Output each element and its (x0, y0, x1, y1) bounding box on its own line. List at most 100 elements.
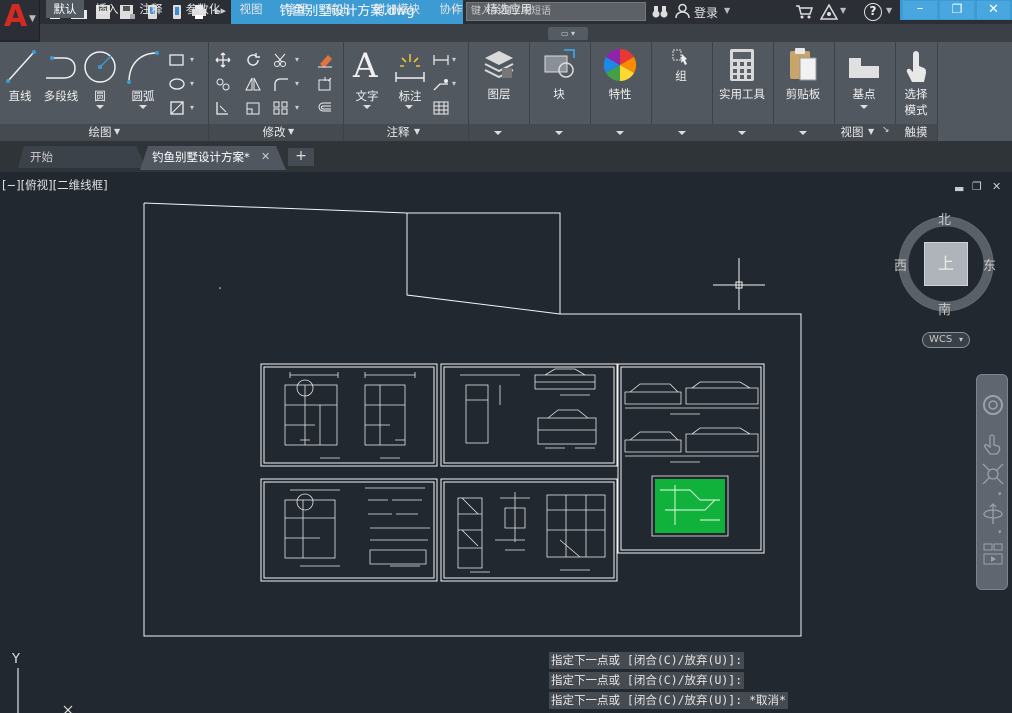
tab-home[interactable]: 默认 (46, 0, 84, 18)
stretch-tool-icon[interactable] (214, 100, 232, 116)
scale-tool-icon[interactable] (244, 100, 262, 116)
chevron-down-icon[interactable] (799, 131, 807, 135)
arc-tool-icon[interactable] (126, 50, 160, 84)
erase-tool-icon[interactable] (316, 52, 334, 68)
restore-button[interactable]: ❐ (940, 1, 974, 19)
chevron-down-icon[interactable]: ▾ (190, 79, 194, 88)
tab-parametric[interactable]: 参数化 (180, 0, 226, 18)
chevron-down-icon[interactable]: ▾ (190, 103, 194, 112)
chevron-down-icon[interactable]: ▾ (452, 79, 456, 88)
group-icon[interactable] (670, 48, 692, 68)
chevron-down-icon[interactable] (405, 105, 413, 109)
chevron-down-icon[interactable]: ▼ (414, 127, 420, 136)
shopping-cart-icon[interactable] (795, 4, 813, 20)
gradient-tool-icon[interactable] (168, 100, 186, 116)
viewcube-top-face[interactable]: 上 (924, 242, 968, 286)
line-tool-label[interactable]: 直线 (4, 88, 36, 104)
file-tab-start[interactable]: 开始 (20, 146, 120, 168)
new-tab-button[interactable]: + (288, 148, 314, 166)
chevron-down-icon[interactable] (494, 131, 502, 135)
fillet-tool-icon[interactable] (272, 76, 290, 92)
login-link[interactable]: 登录 (694, 4, 718, 21)
arc-tool-label[interactable]: 圆弧 (128, 88, 158, 104)
autodesk-connect-icon[interactable] (820, 4, 838, 20)
text-tool-icon[interactable]: A (353, 46, 378, 86)
chevron-down-icon[interactable]: ▾ (295, 79, 299, 88)
chevron-down-icon[interactable]: ▼ (868, 127, 874, 136)
rectangle-tool-icon[interactable] (168, 52, 186, 68)
chevron-down-icon[interactable] (139, 105, 147, 109)
chevron-down-icon[interactable] (555, 131, 563, 135)
compass-south[interactable]: 南 (938, 299, 951, 318)
chevron-down-icon[interactable]: ▼ (840, 6, 846, 15)
polyline-tool-icon[interactable] (44, 52, 78, 82)
leader-tool-icon[interactable] (432, 76, 450, 92)
layers-icon[interactable] (482, 48, 516, 82)
mirror-tool-icon[interactable] (244, 76, 262, 92)
chevron-down-icon[interactable]: ▼ (288, 127, 294, 136)
chevron-down-icon[interactable]: ▾ (452, 55, 456, 64)
touch-hand-icon[interactable] (904, 50, 928, 84)
explode-tool-icon[interactable] (316, 76, 334, 92)
base-point-icon[interactable] (847, 54, 881, 80)
block-label[interactable]: 块 (548, 86, 570, 102)
text-tool-label[interactable]: 文字 (350, 88, 384, 104)
orbit-icon[interactable] (982, 502, 1004, 526)
minimize-button[interactable]: – (903, 1, 937, 19)
chevron-down-icon[interactable] (363, 105, 371, 109)
rotate-tool-icon[interactable] (244, 52, 262, 68)
calculator-icon[interactable] (728, 48, 756, 82)
trim-tool-icon[interactable] (272, 52, 290, 68)
block-icon[interactable] (542, 48, 578, 82)
user-icon[interactable] (675, 3, 690, 19)
view-panel-title[interactable]: 视图 (836, 124, 868, 141)
compass-north[interactable]: 北 (938, 209, 951, 228)
chevron-down-icon[interactable]: ▼ (724, 6, 730, 15)
circle-tool-icon[interactable] (83, 50, 117, 84)
table-tool-icon[interactable] (432, 100, 450, 116)
move-tool-icon[interactable] (214, 52, 232, 68)
properties-label[interactable]: 特性 (602, 86, 638, 102)
chevron-down-icon[interactable]: ▾ (295, 55, 299, 64)
wcs-menu[interactable]: WCS ▾ (922, 332, 970, 348)
help-button[interactable]: ? (864, 3, 882, 21)
array-tool-icon[interactable] (272, 100, 290, 116)
tab-manage[interactable]: 管理 (279, 0, 313, 18)
tab-insert[interactable]: 插入 (90, 0, 124, 18)
chevron-down-icon[interactable]: ▾ (998, 528, 1002, 536)
close-button[interactable]: ✕ (977, 1, 1010, 19)
circle-tool-label[interactable]: 圆 (86, 88, 114, 104)
select-mode-label[interactable]: 选择 模式 (900, 86, 932, 118)
chevron-down-icon[interactable] (616, 131, 624, 135)
chevron-down-icon[interactable] (860, 105, 868, 109)
compass-east[interactable]: 东 (983, 255, 996, 274)
drawing-canvas[interactable] (0, 172, 1012, 711)
binoculars-icon[interactable] (652, 4, 668, 19)
dimension-tool-icon[interactable] (392, 50, 428, 82)
offset-tool-icon[interactable] (316, 100, 334, 116)
tab-output[interactable]: 输出 (322, 0, 356, 18)
close-tab-icon[interactable]: ✕ (261, 150, 270, 163)
copy-tool-icon[interactable] (214, 76, 232, 92)
tab-annotate[interactable]: 注释 (134, 0, 168, 18)
chevron-down-icon[interactable]: ▼ (114, 127, 120, 136)
annotation-panel-title[interactable]: 注释 (380, 124, 416, 141)
base-point-label[interactable]: 基点 (847, 86, 881, 102)
chevron-down-icon[interactable]: ▾ (295, 103, 299, 112)
tab-collaborate[interactable]: 协作 (434, 0, 468, 18)
file-tab-drawing[interactable]: 钓鱼别墅设计方案* (142, 146, 262, 168)
zoom-extents-icon[interactable] (981, 462, 1005, 486)
linear-dimension-icon[interactable] (432, 52, 450, 68)
showmotion-icon[interactable] (982, 542, 1004, 566)
compass-west[interactable]: 西 (894, 255, 907, 274)
chevron-down-icon[interactable] (738, 131, 746, 135)
layers-label[interactable]: 图层 (480, 86, 518, 102)
ribbon-toggle-button[interactable]: ▭ ▾ (548, 27, 588, 40)
clipboard-icon[interactable] (788, 46, 818, 82)
application-menu-button[interactable]: A ▼ (0, 0, 40, 40)
polyline-tool-label[interactable]: 多段线 (40, 88, 82, 104)
clipboard-label[interactable]: 剪贴板 (780, 86, 826, 102)
dimension-tool-label[interactable]: 标注 (392, 88, 428, 104)
properties-color-wheel-icon[interactable] (603, 48, 637, 82)
chevron-down-icon[interactable]: ▼ (886, 6, 892, 15)
